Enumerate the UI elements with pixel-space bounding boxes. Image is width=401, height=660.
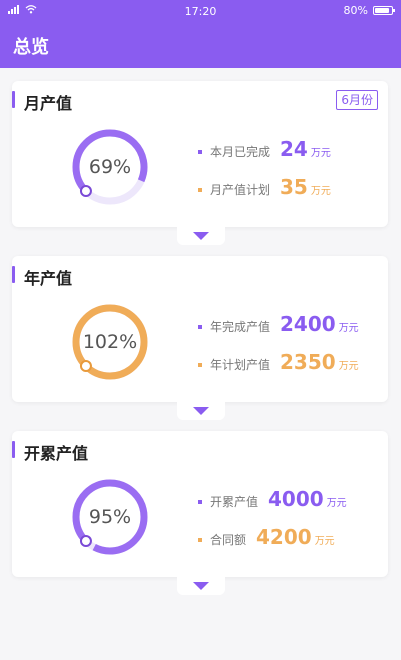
- stat-unit: 万元: [326, 498, 347, 509]
- chevron-down-icon: [193, 232, 209, 240]
- status-right: 80%: [343, 4, 395, 17]
- battery-percent: 80%: [343, 4, 368, 17]
- expand-toggle-button[interactable]: [177, 402, 225, 420]
- legend-dot: [198, 188, 202, 192]
- cumulative-output-card: 开累产值 95% 开累产值 4000 万元 合同额 4200 万元: [12, 431, 388, 577]
- stat-plan: 月产值计划 35 万元: [198, 175, 383, 213]
- expand-toggle-button[interactable]: [177, 577, 225, 595]
- progress-percent: 102%: [82, 331, 138, 353]
- card-accent-bar: [12, 91, 15, 108]
- card-accent-bar: [12, 266, 15, 283]
- stat-completed: 本月已完成 24 万元: [198, 137, 383, 175]
- battery-icon: [373, 6, 395, 15]
- status-time: 17:20: [184, 5, 217, 18]
- expand-toggle-button[interactable]: [177, 227, 225, 245]
- month-selector-button[interactable]: 6月份: [336, 90, 378, 110]
- stat-value: 35: [280, 175, 308, 199]
- page-title: 总览: [13, 37, 49, 58]
- stat-label: 年计划产值: [210, 358, 271, 372]
- legend-dot: [198, 325, 202, 329]
- progress-percent: 95%: [88, 506, 132, 528]
- monthly-output-card: 月产值 6月份 69% 本月已完成 24 万元 月产值计划 35 万元: [12, 81, 388, 227]
- status-bar: 17:20 80%: [0, 0, 401, 22]
- stat-unit: 万元: [338, 323, 359, 334]
- stat-value: 24: [280, 137, 308, 161]
- stats-list: 本月已完成 24 万元 月产值计划 35 万元: [198, 137, 383, 213]
- progress-ring: 102%: [70, 302, 150, 382]
- stat-label: 月产值计划: [210, 183, 271, 197]
- stat-unit: 万元: [310, 186, 331, 197]
- legend-dot: [198, 363, 202, 367]
- stats-list: 年完成产值 2400 万元 年计划产值 2350 万元: [198, 312, 383, 388]
- stat-value: 2350: [280, 350, 336, 374]
- stats-list: 开累产值 4000 万元 合同额 4200 万元: [198, 487, 383, 563]
- stat-value: 4200: [256, 525, 312, 549]
- stat-value: 2400: [280, 312, 336, 336]
- card-title: 年产值: [24, 269, 73, 288]
- card-accent-bar: [12, 441, 15, 458]
- stat-unit: 万元: [310, 148, 331, 159]
- stat-label: 开累产值: [210, 495, 259, 509]
- progress-ring: 95%: [70, 477, 150, 557]
- legend-dot: [198, 150, 202, 154]
- stat-plan: 合同额 4200 万元: [198, 525, 383, 563]
- app-bar: 总览: [0, 22, 401, 68]
- legend-dot: [198, 538, 202, 542]
- chevron-down-icon: [193, 407, 209, 415]
- stat-label: 本月已完成: [210, 145, 271, 159]
- stat-completed: 年完成产值 2400 万元: [198, 312, 383, 350]
- stat-label: 年完成产值: [210, 320, 271, 334]
- stat-unit: 万元: [338, 361, 359, 372]
- stat-value: 4000: [268, 487, 324, 511]
- stat-completed: 开累产值 4000 万元: [198, 487, 383, 525]
- stat-unit: 万元: [314, 536, 335, 547]
- chevron-down-icon: [193, 582, 209, 590]
- annual-output-card: 年产值 102% 年完成产值 2400 万元 年计划产值 2350 万元: [12, 256, 388, 402]
- stat-plan: 年计划产值 2350 万元: [198, 350, 383, 388]
- progress-percent: 69%: [88, 156, 132, 178]
- card-title: 月产值: [24, 94, 73, 113]
- stat-label: 合同额: [210, 533, 247, 547]
- legend-dot: [198, 500, 202, 504]
- progress-ring: 69%: [70, 127, 150, 207]
- card-title: 开累产值: [24, 444, 89, 463]
